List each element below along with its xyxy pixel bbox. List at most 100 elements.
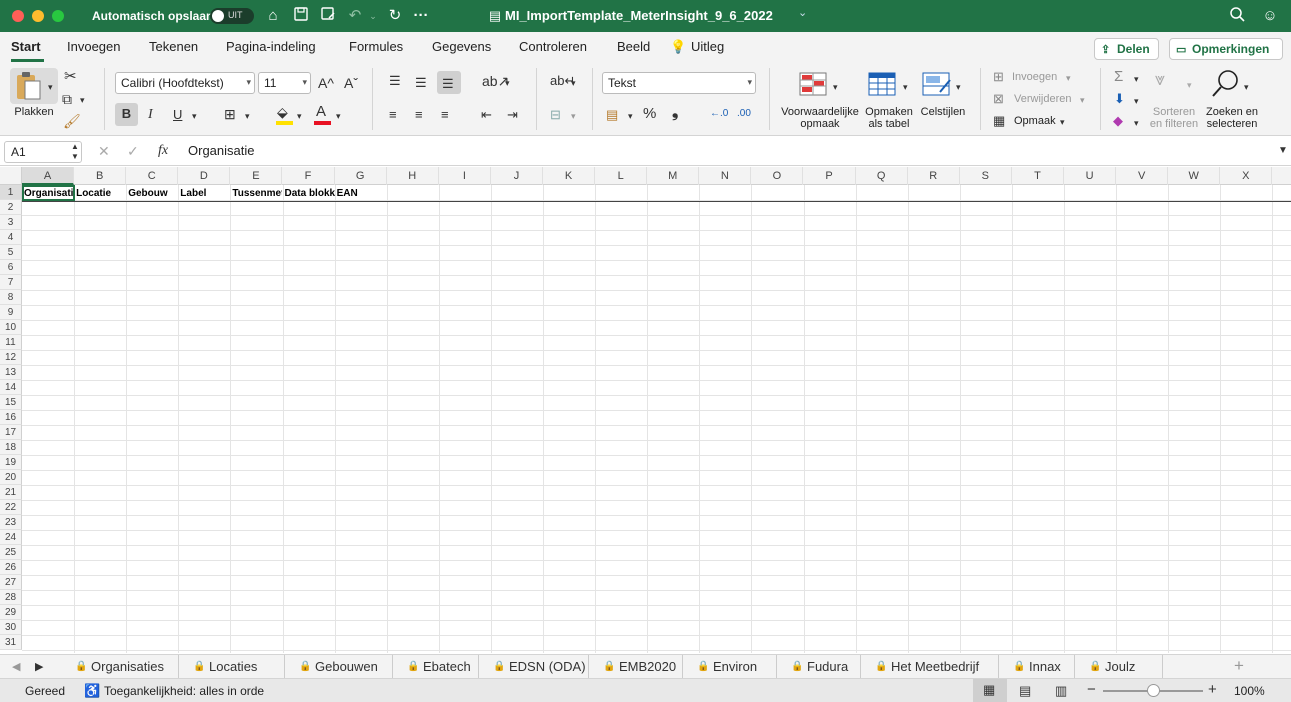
format-painter-icon[interactable]: 🖌 bbox=[63, 112, 81, 130]
column-header-g[interactable]: G bbox=[335, 167, 387, 185]
insert-dropdown-icon[interactable]: ▾ bbox=[1066, 69, 1071, 87]
column-header-e[interactable]: E bbox=[230, 167, 283, 185]
percent-button[interactable]: % bbox=[643, 105, 656, 123]
add-sheet-icon[interactable]: + bbox=[1234, 657, 1244, 675]
column-header-x[interactable]: X bbox=[1220, 167, 1273, 185]
sheet-tab-10[interactable]: 🔒 Innax bbox=[999, 655, 1075, 678]
title-chevron-icon[interactable]: ⌄ bbox=[798, 6, 807, 19]
fill-color-icon[interactable]: ⬙ bbox=[277, 103, 288, 121]
conditional-formatting-dropdown-icon[interactable]: ▾ bbox=[833, 78, 838, 96]
cell-styles-icon[interactable] bbox=[922, 70, 954, 100]
row-header-7[interactable]: 7 bbox=[0, 275, 22, 290]
expand-formula-bar-icon[interactable]: ▼ bbox=[1278, 142, 1288, 160]
cell-styles-dropdown-icon[interactable]: ▾ bbox=[956, 78, 961, 96]
column-header-a[interactable]: A bbox=[22, 167, 75, 185]
align-center-icon[interactable]: ≡ bbox=[415, 106, 423, 124]
format-cells-label[interactable]: Opmaak bbox=[1014, 115, 1074, 127]
column-header-h[interactable]: H bbox=[387, 167, 439, 185]
accounting-dropdown-icon[interactable]: ▾ bbox=[628, 107, 633, 125]
align-middle-icon[interactable]: ☰ bbox=[415, 74, 427, 92]
conditional-formatting-icon[interactable] bbox=[799, 70, 829, 100]
row-header-8[interactable]: 8 bbox=[0, 290, 22, 305]
align-top-icon[interactable]: ☰ bbox=[389, 72, 401, 90]
italic-button[interactable]: I bbox=[148, 106, 153, 124]
cell-d1[interactable]: Label bbox=[178, 186, 230, 201]
row-header-26[interactable]: 26 bbox=[0, 560, 22, 575]
column-header-v[interactable]: V bbox=[1116, 167, 1169, 185]
sheet-tab-8[interactable]: 🔒 Fudura bbox=[777, 655, 861, 678]
tab-pagina-indeling[interactable]: Pagina-indeling bbox=[226, 39, 316, 54]
increase-indent-icon[interactable]: ⇥ bbox=[507, 106, 518, 124]
row-header-11[interactable]: 11 bbox=[0, 335, 22, 350]
tab-uitleg[interactable]: Uitleg bbox=[691, 39, 724, 54]
spreadsheet-grid[interactable]: ABCDEFGHIJKLMNOPQRSTUVWX 1 2 3 4 5 6 7 8 9 10 11 12… bbox=[0, 167, 1291, 653]
fill-icon[interactable]: ⬇ bbox=[1114, 90, 1125, 108]
merge-cells-icon[interactable]: ⊟ bbox=[550, 106, 561, 124]
grow-font-icon[interactable]: A^ bbox=[318, 74, 334, 92]
row-header-1[interactable]: 1 bbox=[0, 185, 22, 200]
tab-tekenen[interactable]: Tekenen bbox=[149, 39, 198, 54]
zoom-out-icon[interactable]: − bbox=[1087, 681, 1096, 699]
save-icon[interactable] bbox=[291, 6, 311, 26]
format-as-table-icon[interactable] bbox=[868, 70, 900, 100]
save-as-icon[interactable] bbox=[318, 6, 338, 26]
delete-cells-icon[interactable]: ⊠ bbox=[993, 90, 1004, 108]
account-icon[interactable]: ☺ bbox=[1260, 6, 1280, 26]
column-header-p[interactable]: P bbox=[804, 167, 856, 185]
insert-cells-label[interactable]: Invoegen bbox=[1012, 71, 1072, 83]
format-cells-icon[interactable]: ▦ bbox=[993, 112, 1005, 130]
zoom-level[interactable]: 100% bbox=[1234, 684, 1265, 698]
sheet-tab-7[interactable]: 🔒 Environ bbox=[683, 655, 777, 678]
tab-start[interactable]: Start bbox=[11, 39, 41, 54]
column-header-t[interactable]: T bbox=[1012, 167, 1064, 185]
zoom-in-icon[interactable]: + bbox=[1208, 681, 1217, 699]
delete-dropdown-icon[interactable]: ▾ bbox=[1080, 91, 1085, 109]
fill-color-dropdown-icon[interactable]: ▾ bbox=[297, 107, 302, 125]
column-header-o[interactable]: O bbox=[751, 167, 804, 185]
copy-icon[interactable]: ⧉ bbox=[62, 90, 72, 108]
row-header-24[interactable]: 24 bbox=[0, 530, 22, 545]
sheet-tab-4[interactable]: 🔒 Ebatech bbox=[393, 655, 479, 678]
row-header-31[interactable]: 31 bbox=[0, 635, 22, 650]
autosum-dropdown-icon[interactable]: ▾ bbox=[1134, 70, 1139, 88]
cell-b1[interactable]: Locatie bbox=[74, 186, 126, 201]
row-header-15[interactable]: 15 bbox=[0, 395, 22, 410]
maximize-window-button[interactable] bbox=[52, 10, 64, 22]
row-header-25[interactable]: 25 bbox=[0, 545, 22, 560]
decrease-decimal-icon[interactable]: .00 bbox=[737, 105, 751, 123]
cancel-formula-icon[interactable]: ✕ bbox=[98, 142, 110, 160]
borders-icon[interactable]: ⊞ bbox=[224, 105, 236, 123]
sheet-tab-5[interactable]: 🔒 EDSN (ODA) bbox=[479, 655, 589, 678]
row-header-12[interactable]: 12 bbox=[0, 350, 22, 365]
decrease-indent-icon[interactable]: ⇤ bbox=[481, 106, 492, 124]
row-header-13[interactable]: 13 bbox=[0, 365, 22, 380]
tab-beeld[interactable]: Beeld bbox=[617, 39, 650, 54]
sort-filter-icon[interactable]: ⩔ bbox=[1155, 70, 1165, 88]
clear-icon[interactable]: ◆ bbox=[1113, 112, 1123, 130]
share-button[interactable]: ⇪ Delen bbox=[1094, 38, 1159, 60]
row-header-4[interactable]: 4 bbox=[0, 230, 22, 245]
column-header-b[interactable]: B bbox=[74, 167, 127, 185]
row-header-17[interactable]: 17 bbox=[0, 425, 22, 440]
column-header-c[interactable]: C bbox=[126, 167, 179, 185]
row-header-23[interactable]: 23 bbox=[0, 515, 22, 530]
column-header-i[interactable]: I bbox=[439, 167, 491, 185]
name-box-stepper-icon[interactable]: ▲ ▼ bbox=[71, 142, 79, 162]
sheet-tab-2[interactable]: 🔒 Locaties bbox=[179, 655, 285, 678]
clear-dropdown-icon[interactable]: ▾ bbox=[1134, 114, 1139, 132]
tab-invoegen[interactable]: Invoegen bbox=[67, 39, 121, 54]
font-color-icon[interactable]: A bbox=[316, 103, 326, 121]
align-left-icon[interactable]: ≡ bbox=[389, 106, 397, 124]
cell-g1[interactable]: EAN bbox=[335, 186, 387, 201]
cell-f1[interactable]: Data blokken bbox=[283, 186, 335, 201]
column-header-q[interactable]: Q bbox=[856, 167, 908, 185]
home-icon[interactable]: ⌂ bbox=[263, 6, 283, 26]
selected-cell-a1[interactable] bbox=[22, 185, 75, 201]
tab-gegevens[interactable]: Gegevens bbox=[432, 39, 491, 54]
confirm-formula-icon[interactable]: ✓ bbox=[127, 142, 139, 160]
underline-button[interactable]: U bbox=[173, 106, 182, 124]
more-icon[interactable]: ··· bbox=[411, 6, 431, 26]
paste-dropdown-icon[interactable]: ▾ bbox=[48, 78, 53, 96]
row-header-2[interactable]: 2 bbox=[0, 200, 22, 215]
row-header-16[interactable]: 16 bbox=[0, 410, 22, 425]
